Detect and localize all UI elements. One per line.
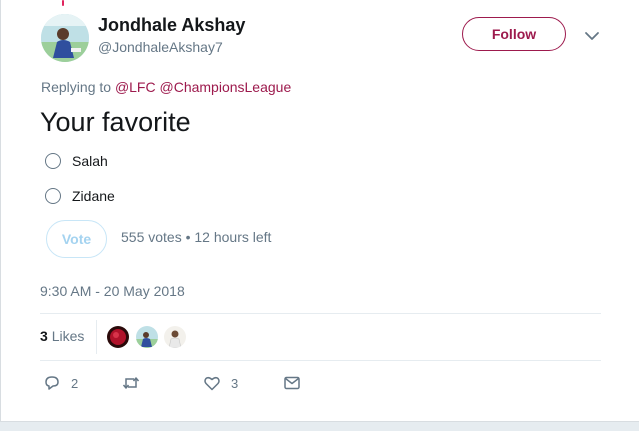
poll-meta: 555 votes • 12 hours left — [121, 229, 272, 245]
window-bottom-border — [0, 421, 639, 431]
likes-label: Likes — [51, 328, 85, 344]
likes-number: 3 — [40, 328, 48, 344]
tweet-timestamp[interactable]: 9:30 AM - 20 May 2018 — [40, 283, 185, 299]
window-left-border — [0, 0, 1, 431]
reply-icon — [45, 376, 59, 390]
like-action[interactable]: 3 — [203, 373, 238, 393]
envelope-icon — [284, 376, 300, 390]
follow-button[interactable]: Follow — [462, 17, 566, 51]
likes-separator — [96, 320, 97, 354]
thread-line — [62, 0, 64, 6]
liker-avatar[interactable] — [163, 325, 187, 349]
replying-to: Replying to @LFC @ChampionsLeague — [41, 79, 291, 95]
mention-lfc[interactable]: @LFC — [115, 79, 156, 95]
mention-championsleague[interactable]: @ChampionsLeague — [160, 79, 292, 95]
retweet-action[interactable] — [122, 373, 150, 393]
likes-count[interactable]: 3 Likes — [40, 328, 84, 344]
retweet-icon — [122, 377, 140, 389]
reply-action[interactable]: 2 — [43, 373, 78, 393]
like-count: 3 — [231, 375, 239, 391]
poll-option-label: Zidane — [72, 188, 115, 204]
chevron-down-icon[interactable] — [584, 29, 600, 41]
replying-prefix: Replying to — [41, 79, 112, 95]
liker-avatar[interactable] — [106, 325, 130, 349]
vote-button[interactable]: Vote — [46, 220, 107, 258]
tweet-text: Your favorite — [40, 107, 191, 137]
poll-option-zidane[interactable]: Zidane — [45, 186, 115, 206]
avatar-photo — [41, 14, 89, 62]
poll-option-label: Salah — [72, 153, 108, 169]
avatar[interactable] — [41, 14, 89, 62]
divider — [40, 313, 601, 314]
author-handle[interactable]: @JondhaleAkshay7 — [98, 39, 223, 55]
liker-avatar[interactable] — [135, 325, 159, 349]
divider — [40, 360, 601, 361]
poll-option-salah[interactable]: Salah — [45, 151, 108, 171]
heart-icon — [204, 376, 220, 391]
message-action[interactable] — [283, 373, 301, 393]
radio-button[interactable] — [45, 153, 61, 169]
radio-button[interactable] — [45, 188, 61, 204]
author-name[interactable]: Jondhale Akshay — [98, 15, 245, 36]
reply-count: 2 — [71, 375, 79, 391]
